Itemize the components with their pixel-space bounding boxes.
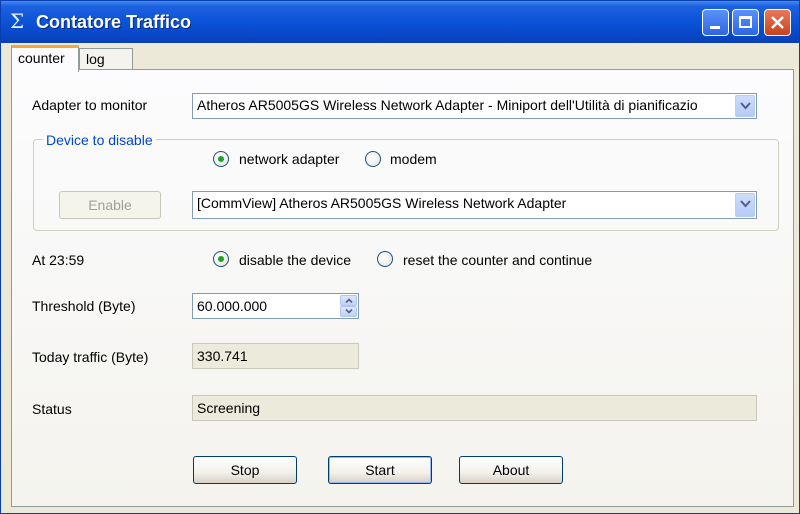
tab-strip: counter log: [1, 43, 799, 72]
schedule-label: At 23:59: [32, 252, 85, 268]
tab-counter[interactable]: counter: [11, 45, 79, 72]
minimize-icon: [710, 26, 720, 29]
close-button[interactable]: [764, 9, 791, 36]
today-traffic-value: 330.741: [197, 348, 248, 364]
close-icon: [771, 16, 784, 29]
reset-counter-radio[interactable]: [377, 251, 393, 267]
today-traffic-label: Today traffic (Byte): [32, 349, 149, 365]
status-field: Screening: [192, 395, 757, 421]
sigma-icon: Σ: [10, 9, 25, 33]
device-dropdown-button[interactable]: [735, 193, 755, 217]
enable-button[interactable]: Enable: [59, 191, 161, 219]
adapter-dropdown-button[interactable]: [735, 95, 755, 117]
title-bar[interactable]: Σ Contatore Traffico: [1, 1, 799, 43]
device-group-legend: Device to disable: [43, 132, 156, 148]
today-traffic-field: 330.741: [192, 343, 359, 369]
device-select-value: [CommView] Atheros AR5005GS Wireless Net…: [197, 195, 567, 211]
adapter-select[interactable]: Atheros AR5005GS Wireless Network Adapte…: [192, 93, 757, 119]
stepper-down-button[interactable]: [340, 306, 357, 317]
threshold-label: Threshold (Byte): [32, 298, 136, 314]
network-adapter-label[interactable]: network adapter: [239, 151, 339, 167]
modem-label[interactable]: modem: [390, 151, 437, 167]
network-adapter-radio[interactable]: [213, 151, 229, 167]
threshold-input[interactable]: 60.000.000: [192, 293, 359, 319]
start-button[interactable]: Start: [328, 456, 432, 484]
modem-radio[interactable]: [365, 151, 381, 167]
about-button[interactable]: About: [459, 456, 563, 484]
disable-device-radio[interactable]: [213, 251, 229, 267]
status-label: Status: [32, 401, 72, 417]
minimize-button[interactable]: [702, 9, 729, 36]
device-select[interactable]: [CommView] Atheros AR5005GS Wireless Net…: [192, 191, 757, 219]
adapter-label: Adapter to monitor: [32, 97, 148, 113]
stepper-up-button[interactable]: [340, 295, 357, 306]
app-window: Σ Contatore Traffico counter log Adapter…: [0, 0, 800, 514]
threshold-value: 60.000.000: [197, 298, 268, 314]
tab-log[interactable]: log: [79, 48, 133, 71]
chevron-up-icon: [345, 298, 353, 303]
chevron-down-icon: [740, 200, 751, 208]
disable-device-label[interactable]: disable the device: [239, 252, 351, 268]
window-title: Contatore Traffico: [36, 12, 192, 32]
reset-counter-label[interactable]: reset the counter and continue: [403, 252, 592, 268]
adapter-select-value: Atheros AR5005GS Wireless Network Adapte…: [197, 97, 698, 113]
stop-button[interactable]: Stop: [193, 456, 297, 484]
threshold-stepper[interactable]: [340, 295, 357, 317]
chevron-down-icon: [740, 102, 751, 110]
maximize-button[interactable]: [732, 9, 759, 36]
chevron-down-icon: [345, 309, 353, 314]
status-value: Screening: [197, 400, 261, 416]
maximize-icon: [739, 16, 752, 28]
